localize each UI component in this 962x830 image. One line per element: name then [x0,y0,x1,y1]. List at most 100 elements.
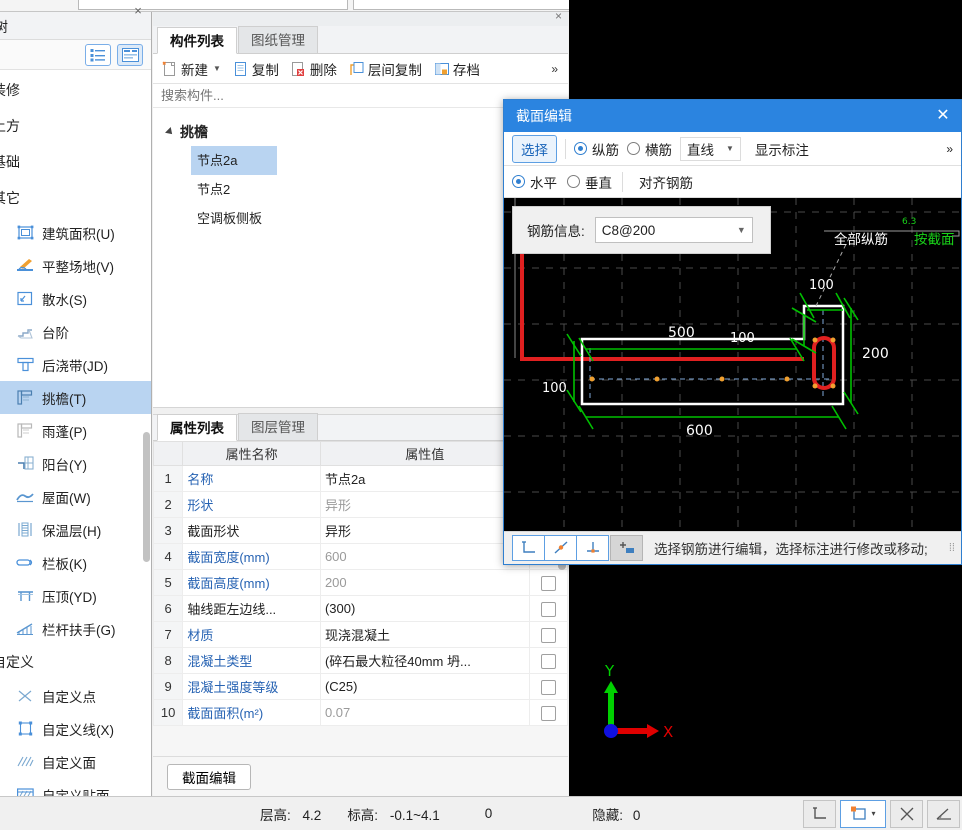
row-checkbox[interactable] [540,575,556,591]
show-dimension-button[interactable]: 显示标注 [749,136,815,162]
table-row[interactable]: 7 材质 现浇混凝土 [152,621,569,648]
sidebar-group-0[interactable]: 装修 [0,72,151,108]
sidebar-group-3[interactable]: 其它 [0,180,151,216]
sidebar-group-1[interactable]: 土方 [0,108,151,144]
diagonal-tool-icon[interactable] [544,535,577,561]
row-checkbox[interactable] [540,679,556,695]
copy-button[interactable]: 复制 [228,57,284,81]
search-input[interactable] [159,87,489,104]
sidebar-item-balcony[interactable]: 阳台(Y) [0,447,151,480]
sidebar-group-custom[interactable]: 自定义 [0,645,151,679]
sidebar-item-levelling[interactable]: 平整场地(V) [0,249,151,282]
sidebar-scroll-thumb[interactable] [143,432,150,562]
radio-transverse-rebar[interactable]: 横筋 [627,139,672,159]
chevron-down-icon[interactable]: ▼ [726,144,734,153]
sidebar-item-custom-veneer[interactable]: 自定义贴面 [0,778,151,796]
table-row[interactable]: 8 混凝土类型 (碎石最大粒径40mm 坍... [152,647,569,674]
select-button[interactable]: 选择 [512,134,557,163]
row-value[interactable]: (300) [319,595,530,622]
sidebar-item-handrail[interactable]: 栏杆扶手(G) [0,612,151,645]
tab-component-list[interactable]: 构件列表 [157,27,237,54]
sidebar-item-coping[interactable]: 压顶(YD) [0,579,151,612]
archive-button[interactable]: 存档 [429,57,485,81]
ribbon-field-2[interactable] [353,0,578,10]
sidebar-item-custom-face[interactable]: 自定义面 [0,745,151,778]
row-value[interactable]: 节点2a [319,465,530,492]
shape-selector-icon[interactable]: ▾ [840,799,886,828]
tab-property-list[interactable]: 属性列表 [157,414,237,441]
sidebar-item-roof[interactable]: 屋面(W) [0,480,151,513]
chevron-down-icon[interactable]: ▼ [213,64,221,73]
table-row[interactable]: 9 混凝土强度等级 (C25) [152,673,569,700]
sidebar-item-poststrip[interactable]: 后浇带(JD) [0,348,151,381]
sidebar-item-custom-point[interactable]: 自定义点 [0,679,151,712]
table-row[interactable]: 5 截面高度(mm) 200 [152,569,569,596]
sidebar-item-cornice[interactable]: 挑檐(T) [0,381,151,414]
archive-icon [434,61,450,77]
tab-drawing-management[interactable]: 图纸管理 [238,26,318,53]
list-view-icon[interactable] [85,43,111,66]
radio-horizontal[interactable]: 水平 [512,172,557,192]
archive-button-label: 存档 [452,62,480,78]
chevron-down-icon[interactable]: ▼ [737,225,746,235]
sidebar-scrollbar[interactable] [143,102,150,792]
new-button[interactable]: 新建 ▼ [157,57,226,81]
row-value[interactable]: (碎石最大粒径40mm 坍... [319,647,530,674]
interlayer-copy-button[interactable]: 层间复制 [344,57,427,81]
perpendicular-tool-icon[interactable] [576,535,609,561]
sidebar-item-custom-line[interactable]: 自定义线(X) [0,712,151,745]
radio-vertical[interactable]: 垂直 [567,172,612,192]
sidebar-item-area[interactable]: 建筑面积(U) [0,216,151,249]
ribbon-field-1[interactable] [78,0,348,10]
align-rebar-button[interactable]: 对齐钢筋 [633,169,699,195]
sidebar-item-steps[interactable]: 台阶 [0,315,151,348]
row-value[interactable]: 600 [319,543,530,570]
detail-view-icon[interactable] [117,43,143,66]
dialog-toolbar-overflow[interactable]: » [946,142,961,156]
dialog-title-bar[interactable]: 截面编辑 ✕ [504,100,961,132]
component-item-label: 节点2 [197,182,231,197]
table-row[interactable]: 10 截面面积(m²) 0.07 [152,699,569,726]
row-value[interactable]: 异形 [319,517,530,544]
row-checkbox[interactable] [540,653,556,669]
row-value[interactable]: 现浇混凝土 [319,621,530,648]
radio-longitudinal-rebar[interactable]: 纵筋 [574,139,619,159]
resize-grip[interactable]: ⁞⁞ [949,542,961,554]
line-mode-select[interactable]: 直线 ▼ [680,136,741,161]
sidebar-group-2[interactable]: 基础 [0,144,151,180]
chevron-down-icon[interactable]: ▾ [871,809,875,818]
tab-layer-management[interactable]: 图层管理 [238,413,318,440]
sidebar-item-insulation[interactable]: 保温层(H) [0,513,151,546]
insulation-icon [14,521,36,539]
close-icon[interactable]: × [131,4,145,18]
table-row[interactable]: 6 轴线距左边线... (300) [152,595,569,622]
delete-button[interactable]: 删除 [286,57,342,81]
sidebar-item-canopy[interactable]: 雨蓬(P) [0,414,151,447]
row-name: 名称 [182,465,321,492]
row-value[interactable]: (C25) [319,673,530,700]
angle-icon[interactable] [927,799,960,828]
handrail-icon [14,620,36,638]
close-icon[interactable]: ✕ [933,106,953,126]
intersection-icon[interactable] [890,799,923,828]
chevron-down-icon[interactable] [165,127,175,137]
sidebar-item-apron[interactable]: 散水(S) [0,282,151,315]
toolbar-overflow-button[interactable]: » [551,62,564,76]
close-icon[interactable]: × [555,9,562,23]
row-checkbox[interactable] [540,705,556,721]
rebar-info-select[interactable]: C8@200 ▼ [594,217,753,243]
status-hidden-label: 隐藏: [592,807,624,823]
section-canvas[interactable]: 100 500 100 100 200 600 全部纵筋 按截面 6.3 钢筋信… [504,198,961,535]
sidebar-item-label: 栏杆扶手(G) [42,622,116,638]
row-value[interactable]: 异形 [319,491,530,518]
row-checkbox[interactable] [540,627,556,643]
row-value[interactable]: 0.07 [319,699,530,726]
sidebar-item-label: 平整场地(V) [42,259,114,275]
row-value[interactable]: 200 [319,569,530,596]
sidebar-item-railingplate[interactable]: 栏板(K) [0,546,151,579]
corner-tool-icon[interactable] [512,535,545,561]
ortho-icon[interactable] [803,799,836,828]
row-checkbox[interactable] [540,601,556,617]
add-tool-icon[interactable] [610,535,643,561]
section-edit-button[interactable]: 截面编辑 [167,763,251,790]
